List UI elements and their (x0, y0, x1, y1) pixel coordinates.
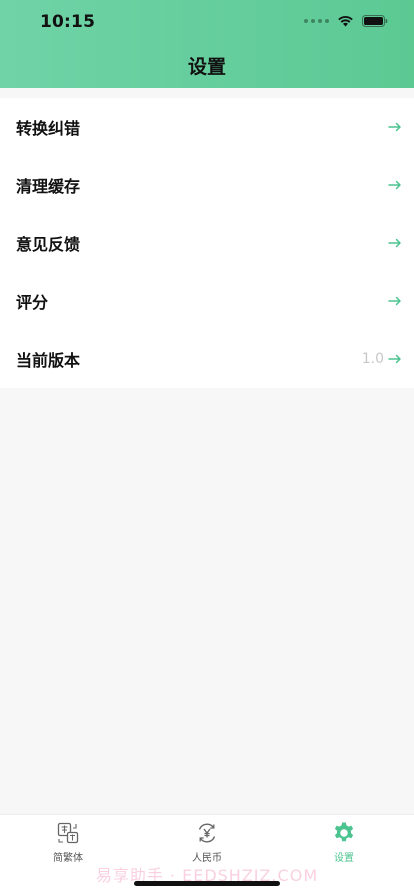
status-time: 10:15 (40, 12, 96, 32)
row-right: 1.0 (362, 351, 402, 367)
page-title: 设置 (187, 56, 226, 78)
settings-screen: 10:15 设置 转换纠错 清理缓存 意见反馈 评分 当前版本 1.0 简繁体 … (0, 0, 414, 896)
row-right (384, 122, 402, 132)
tab-simplified-traditional[interactable]: 简繁体 (8, 821, 128, 864)
settings-row-conversion-correction[interactable]: 转换纠错 (0, 98, 414, 156)
signal-dots-icon (304, 19, 329, 23)
battery-icon (362, 15, 388, 27)
status-icons (304, 15, 388, 27)
row-label: 评分 (16, 293, 49, 312)
row-label: 转换纠错 (16, 119, 81, 138)
settings-list: 转换纠错 清理缓存 意见反馈 评分 当前版本 1.0 (0, 98, 414, 388)
arrow-right-icon (388, 238, 401, 248)
row-label: 意见反馈 (16, 235, 81, 254)
row-right (384, 238, 402, 248)
row-label: 当前版本 (16, 351, 81, 370)
arrow-right-icon (388, 354, 401, 364)
settings-row-clear-cache[interactable]: 清理缓存 (0, 156, 414, 214)
row-right (384, 296, 402, 306)
home-indicator (134, 881, 280, 886)
arrow-right-icon (388, 122, 401, 132)
gear-icon (334, 822, 354, 842)
settings-row-rating[interactable]: 评分 (0, 272, 414, 330)
arrow-right-icon (388, 296, 401, 306)
settings-row-current-version[interactable]: 当前版本 1.0 (0, 330, 414, 388)
version-value: 1.0 (361, 351, 384, 367)
rmb-currency-icon (198, 823, 216, 843)
tab-settings[interactable]: 设置 (284, 821, 404, 864)
wifi-icon (338, 16, 353, 27)
convert-chinese-icon (57, 822, 79, 844)
header: 10:15 设置 (0, 0, 414, 88)
row-right (384, 180, 402, 190)
arrow-right-icon (388, 180, 401, 190)
settings-row-feedback[interactable]: 意见反馈 (0, 214, 414, 272)
row-label: 清理缓存 (16, 177, 81, 196)
tab-rmb[interactable]: 人民币 (147, 821, 267, 864)
